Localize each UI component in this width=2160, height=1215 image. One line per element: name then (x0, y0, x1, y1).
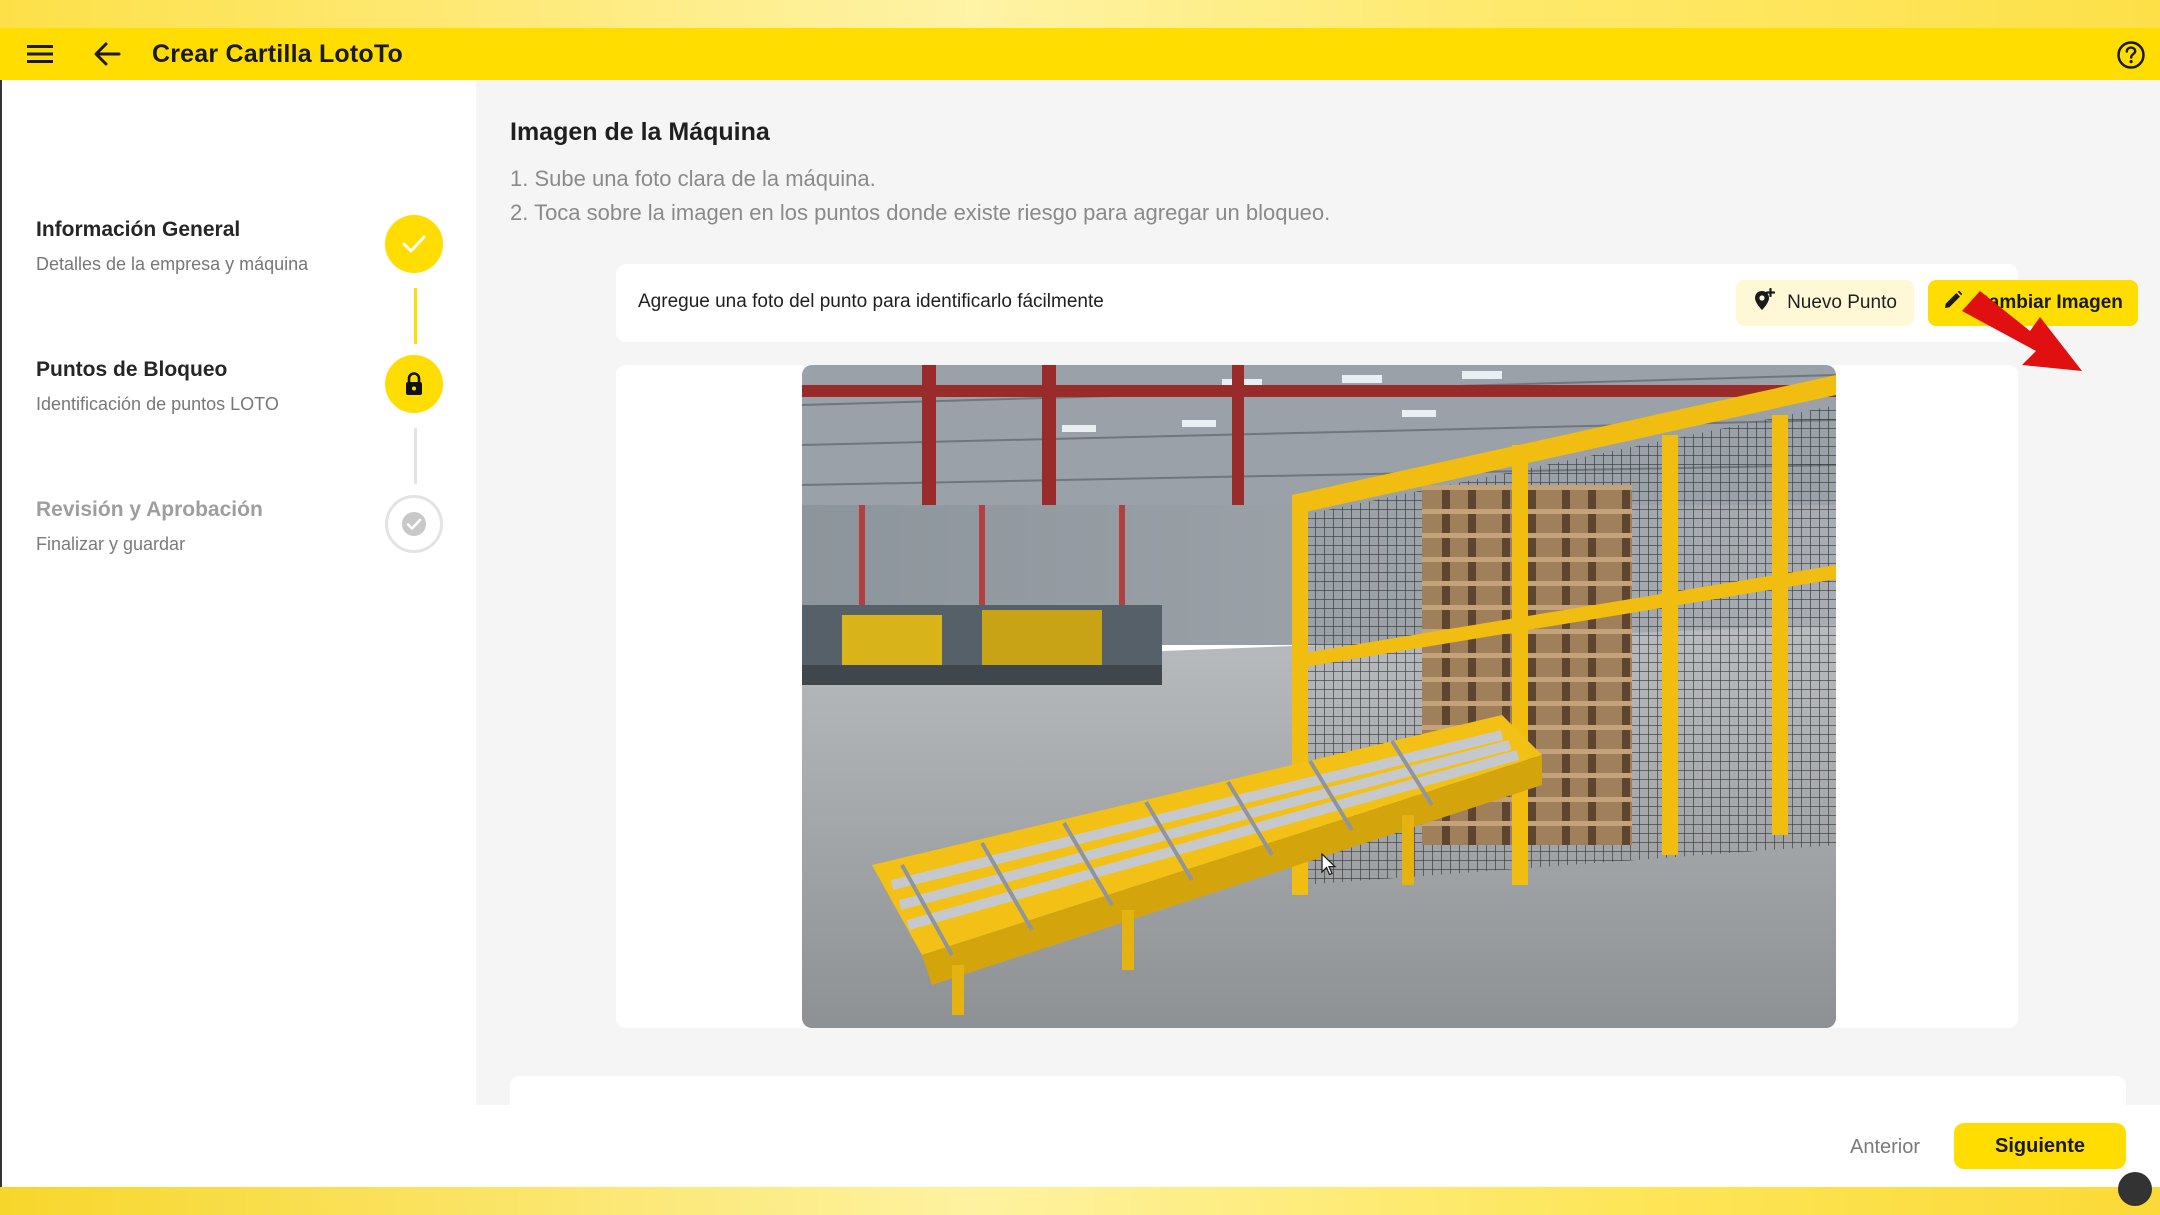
step-connector (414, 288, 417, 344)
image-toolbar-card: Agregue una foto del punto para identifi… (616, 264, 2138, 342)
app-window: Crear Cartilla LotoTo Información Genera… (0, 28, 2160, 1187)
page-title: Crear Cartilla LotoTo (152, 40, 403, 68)
corner-badge-icon (2118, 1172, 2152, 1206)
back-arrow-icon[interactable] (92, 40, 122, 68)
step-connector (414, 428, 417, 484)
lock-icon (385, 355, 443, 413)
frame-bottom-band (0, 1187, 2160, 1215)
instruction-2: 2. Toca sobre la imagen en los puntos do… (510, 200, 1331, 225)
toolbar-hint: Agregue una foto del punto para identifi… (638, 291, 1104, 312)
stepper-sidebar: Información General Detalles de la empre… (0, 80, 476, 1187)
frame-top-band (0, 0, 2160, 28)
footer-actions: Anterior Siguiente (476, 1105, 2160, 1187)
check-circle-icon (385, 495, 443, 553)
next-button[interactable]: Siguiente (1954, 1123, 2126, 1169)
help-icon[interactable] (2116, 40, 2146, 70)
section-title: Imagen de la Máquina (510, 118, 770, 146)
previous-button[interactable]: Anterior (1830, 1125, 1940, 1169)
menu-icon[interactable] (26, 42, 54, 66)
mouse-cursor-icon (1321, 852, 1337, 877)
machine-photo[interactable] (802, 365, 1836, 1028)
image-card (616, 365, 2018, 1028)
add-location-icon (1753, 287, 1776, 318)
check-icon (385, 215, 443, 273)
instruction-1: 1. Sube una foto clara de la máquina. (510, 166, 876, 191)
main-content: Imagen de la Máquina 1. Sube una foto cl… (476, 80, 2160, 1116)
red-annotation-arrow-icon (1958, 287, 2088, 377)
new-point-button[interactable]: Nuevo Punto (1736, 280, 1914, 326)
app-bar: Crear Cartilla LotoTo (0, 28, 2160, 80)
new-point-label: Nuevo Punto (1787, 292, 1897, 313)
